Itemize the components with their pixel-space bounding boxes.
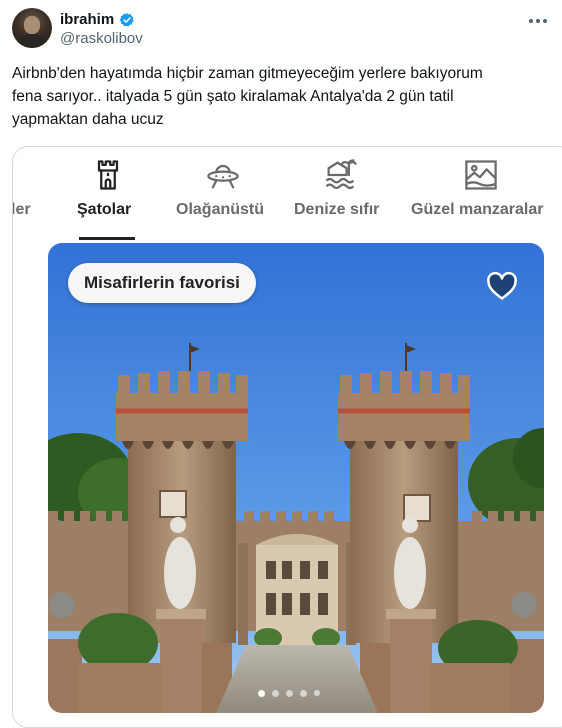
pagination-dot[interactable]: [258, 690, 265, 697]
category-item-castles[interactable]: Şatolar: [73, 147, 143, 243]
more-options-icon[interactable]: [528, 18, 548, 24]
category-item-omg[interactable]: Olağanüstü: [173, 147, 273, 243]
amazing-views-icon: [465, 160, 497, 190]
avatar-face: [24, 16, 40, 34]
beachfront-icon: [325, 159, 357, 190]
heart-icon[interactable]: [484, 267, 520, 303]
tweet-text-line: yapmaktan daha ucuz: [12, 111, 164, 128]
category-label: Denize sıfır: [294, 201, 380, 218]
avatar-shoulders: [16, 34, 48, 48]
pagination-dot[interactable]: [300, 690, 307, 697]
tweet-text-line: Airbnb'den hayatımda hiçbir zaman gitmey…: [12, 65, 483, 82]
tweet-media-card[interactable]: ler Şatolar Olağanüstü Denize sıfır Güze…: [12, 146, 562, 728]
active-category-underline: [79, 237, 135, 240]
photo-pagination: [258, 690, 338, 698]
tweet-text-line: fena sarıyor.. italyada 5 gün şato kiral…: [12, 88, 454, 105]
category-item-partial[interactable]: ler: [13, 147, 53, 243]
verified-badge-icon: [119, 13, 134, 27]
category-item-beachfront[interactable]: Denize sıfır: [293, 147, 393, 243]
user-handle[interactable]: @raskolibov: [60, 30, 143, 48]
pagination-dot[interactable]: [286, 690, 293, 697]
tweet-header: ibrahim @raskolibov: [12, 8, 550, 52]
tweet-text: Airbnb'den hayatımda hiçbir zaman gitmey…: [12, 62, 552, 131]
guest-favorite-badge: Misafirlerin favorisi: [68, 263, 256, 303]
avatar[interactable]: [12, 8, 52, 48]
category-label: Olağanüstü: [176, 201, 265, 218]
user-name[interactable]: ibrahim: [60, 11, 114, 29]
category-label: ler: [12, 201, 31, 218]
pagination-dot[interactable]: [314, 690, 320, 696]
castle-icon: [97, 160, 119, 190]
listing-photo[interactable]: Misafirlerin favorisi: [48, 243, 544, 713]
category-label: Güzel manzaralar: [411, 201, 544, 218]
ufo-icon: [207, 164, 239, 189]
pagination-dot[interactable]: [272, 690, 279, 697]
category-label: Şatolar: [77, 201, 132, 218]
castle-photo: [48, 243, 544, 713]
category-item-amazing-views[interactable]: Güzel manzaralar: [409, 147, 553, 243]
category-bar: ler Şatolar Olağanüstü Denize sıfır Güze…: [13, 147, 562, 243]
